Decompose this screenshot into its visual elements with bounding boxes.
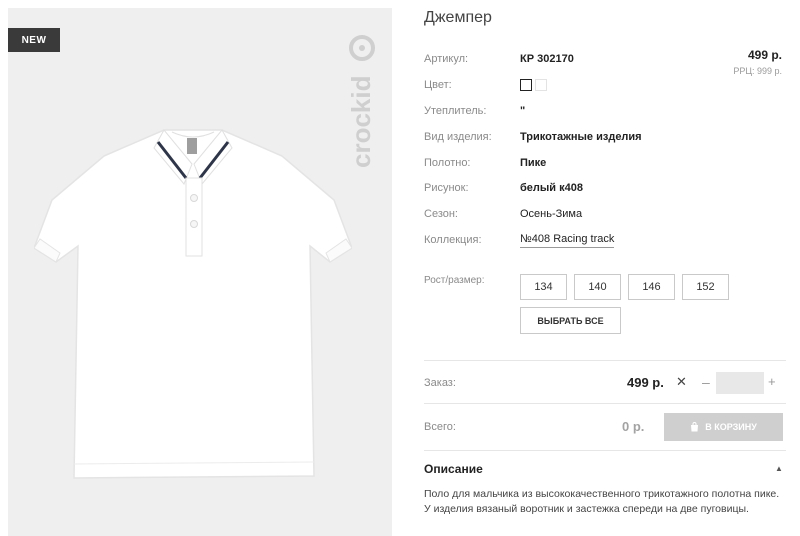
detail-pattern: Рисунок: белый к408 [424,180,583,196]
add-to-cart-label: В КОРЗИНУ [705,422,757,432]
product-title: Джемпер [424,9,492,26]
product-image[interactable]: NEW crockid [8,8,392,536]
detail-color: Цвет: [424,77,550,93]
order-unit-price: 499 р. [627,375,664,390]
collection-link[interactable]: №408 Racing track [520,233,615,248]
polo-shirt-illustration [34,129,352,479]
detail-value: Осень-Зима [520,208,583,220]
recommended-retail-price: РРЦ: 999 р. [733,66,782,76]
multiply-icon: ✕ [676,374,687,389]
detail-label: Цвет: [424,79,452,91]
increase-quantity-button[interactable]: + [768,374,776,389]
detail-label: Сезон: [424,208,458,220]
detail-label: Утеплитель: [424,105,487,117]
size-option-146[interactable]: 146 [628,274,675,300]
size-option-152[interactable]: 152 [682,274,729,300]
detail-article: Артикул: КР 302170 [424,51,574,67]
divider [424,403,786,404]
detail-insulation: Утеплитель: " [424,103,525,119]
cart-bag-icon [691,422,699,432]
decrease-quantity-button[interactable]: – [702,374,710,390]
color-swatches [520,79,550,91]
new-badge: NEW [8,28,60,52]
detail-item-type: Вид изделия: Трикотажные изделия [424,129,642,145]
total-label: Всего: [424,421,456,433]
description-text: Поло для мальчика из высококачественного… [424,488,780,515]
divider [424,450,786,451]
size-option-140[interactable]: 140 [574,274,621,300]
select-all-sizes-button[interactable]: ВЫБРАТЬ ВСЕ [520,307,621,334]
detail-value: Трикотажные изделия [520,131,642,143]
detail-value: " [520,105,526,117]
size-label: Рост/размер: [424,274,485,286]
detail-label: Коллекция: [424,234,482,246]
detail-value: Пике [520,157,547,169]
detail-label: Артикул: [424,53,469,65]
quantity-input[interactable] [716,372,764,394]
product-price: 499 р. [747,48,782,62]
detail-value: белый к408 [520,182,583,194]
size-option-134[interactable]: 134 [520,274,567,300]
detail-collection: Коллекция: №408 Racing track [424,232,615,248]
order-label: Заказ: [424,377,456,389]
product-info-panel: Джемпер 499 р. РРЦ: 999 р. Артикул: КР 3… [424,0,792,536]
description-title[interactable]: Описание [424,462,483,476]
detail-season: Сезон: Осень-Зима [424,206,582,222]
detail-fabric: Полотно: Пике [424,155,546,171]
detail-label: Полотно: [424,157,471,169]
detail-label: Вид изделия: [424,131,492,143]
divider [424,360,786,361]
total-value: 0 р. [622,419,645,434]
size-row: Рост/размер: [424,272,520,288]
add-to-cart-button[interactable]: В КОРЗИНУ [664,413,783,441]
color-swatch-alt[interactable] [535,79,547,91]
color-swatch-white[interactable] [520,79,532,91]
detail-value: КР 302170 [520,53,574,65]
size-options: 134 140 146 152 [520,274,729,300]
collapse-caret-icon[interactable]: ▲ [775,464,783,473]
detail-label: Рисунок: [424,182,469,194]
